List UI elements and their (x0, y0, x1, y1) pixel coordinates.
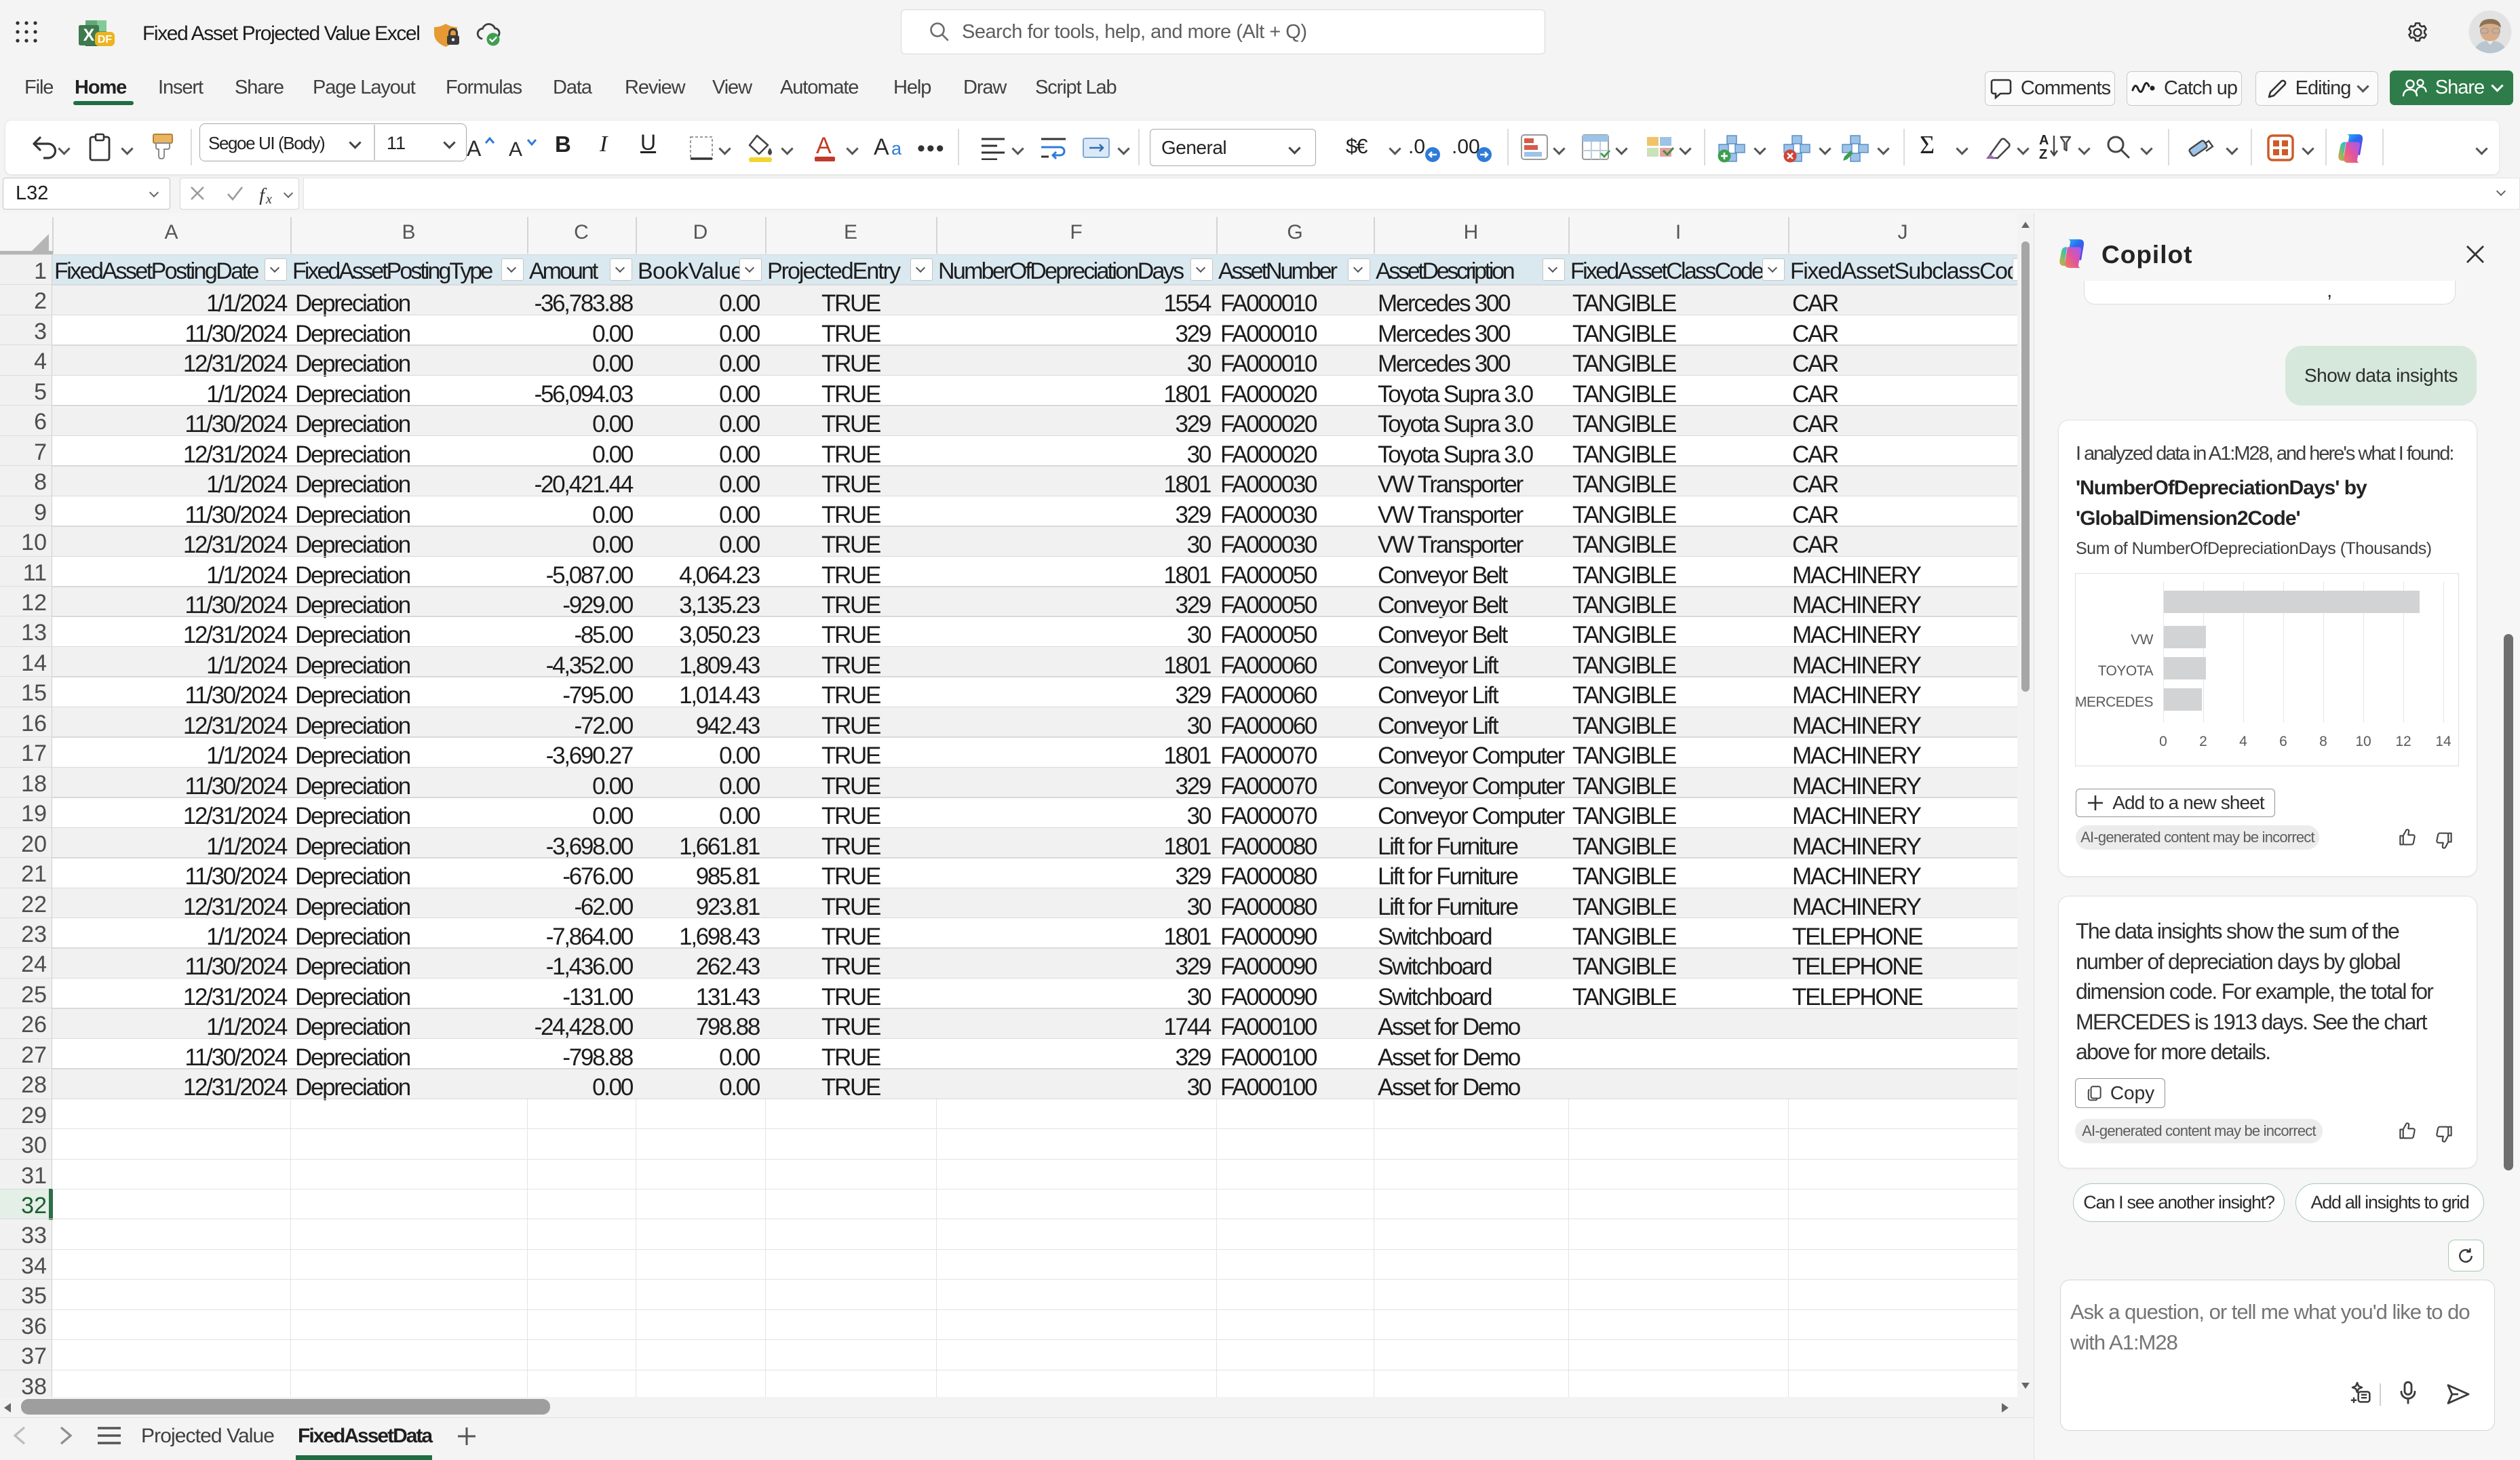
svg-text:A: A (467, 136, 482, 161)
svg-text:.0: .0 (1408, 136, 1425, 158)
svg-text:x: x (265, 192, 272, 205)
svg-text:X: X (83, 26, 95, 45)
svg-text:DF: DF (98, 34, 113, 45)
svg-text:Z: Z (2039, 147, 2047, 161)
svg-text:A: A (816, 133, 832, 159)
svg-text:A: A (874, 134, 889, 160)
svg-text:A: A (2039, 133, 2049, 148)
svg-text:.00: .00 (1452, 136, 1480, 158)
svg-text:A: A (509, 138, 522, 161)
svg-text:a: a (891, 138, 902, 159)
